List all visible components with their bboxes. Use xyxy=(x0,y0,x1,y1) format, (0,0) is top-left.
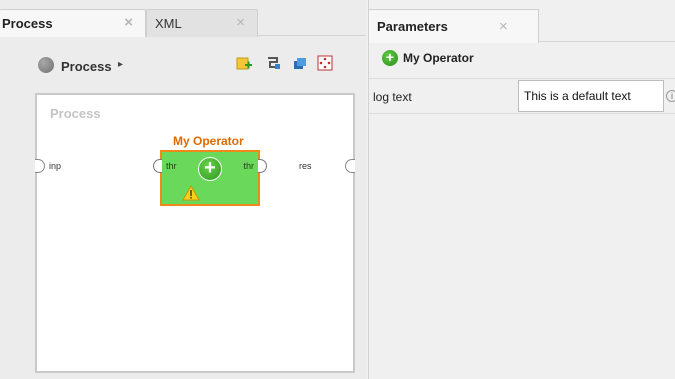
operator-output-label: thr xyxy=(243,161,254,171)
process-panel: Process × XML × Process ▸ Process inp re… xyxy=(0,0,366,379)
process-input-port[interactable] xyxy=(35,159,45,173)
operator-input-label: thr xyxy=(166,161,177,171)
parameters-operator-header: + My Operator xyxy=(369,47,675,71)
auto-wire-icon[interactable] xyxy=(265,55,281,71)
breadcrumb: Process ▸ xyxy=(0,36,366,86)
log-text-input[interactable] xyxy=(518,80,664,112)
my-operator-node[interactable]: thr + thr xyxy=(153,150,267,206)
tab-xml[interactable]: XML × xyxy=(146,9,258,37)
tab-process-label: Process xyxy=(2,16,53,31)
process-tabbar: Process × XML × xyxy=(0,0,366,37)
add-operator-icon[interactable] xyxy=(236,55,252,71)
breadcrumb-process[interactable]: Process xyxy=(61,59,112,74)
tab-parameters-label: Parameters xyxy=(377,19,448,34)
canvas-title: Process xyxy=(50,106,101,121)
operator-input-port[interactable] xyxy=(153,159,162,173)
tab-process[interactable]: Process × xyxy=(0,9,146,37)
warning-icon[interactable] xyxy=(182,184,200,201)
parameters-panel: Parameters × + My Operator log text i xyxy=(368,0,675,379)
breadcrumb-arrow-icon[interactable]: ▸ xyxy=(118,59,123,70)
operator-output-port[interactable] xyxy=(258,159,267,173)
process-canvas[interactable]: Process inp res My Operator thr + thr xyxy=(35,93,355,373)
tab-parameters[interactable]: Parameters × xyxy=(369,9,539,43)
process-output-port[interactable] xyxy=(345,159,355,173)
operator-title: My Operator xyxy=(173,134,244,148)
process-icon xyxy=(38,57,54,73)
output-port-label: res xyxy=(299,161,312,171)
parameter-row-log-text: log text i xyxy=(369,78,675,114)
arrange-icon[interactable] xyxy=(317,55,333,71)
parameter-label: log text xyxy=(373,90,412,104)
close-icon[interactable]: × xyxy=(236,15,245,30)
parameters-tabbar: Parameters × xyxy=(369,0,675,43)
close-icon[interactable]: × xyxy=(124,15,133,30)
plus-icon: + xyxy=(198,157,222,181)
parameters-operator-title: My Operator xyxy=(403,51,474,65)
info-icon[interactable]: i xyxy=(666,90,675,102)
input-port-label: inp xyxy=(49,161,62,171)
tab-xml-label: XML xyxy=(155,16,182,31)
layers-icon[interactable] xyxy=(292,55,308,71)
plus-icon: + xyxy=(382,50,398,66)
close-icon[interactable]: × xyxy=(499,18,508,35)
